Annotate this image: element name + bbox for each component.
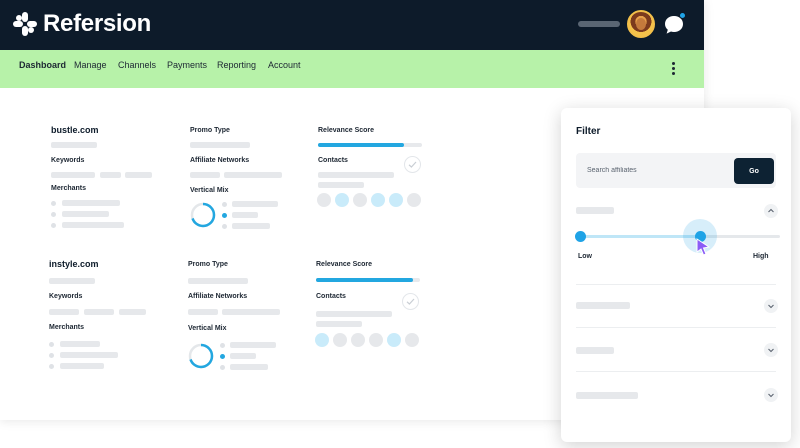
keywords-label: Keywords <box>51 157 85 164</box>
check-icon[interactable] <box>404 156 421 173</box>
more-vertical-icon[interactable] <box>668 62 678 76</box>
nav-item-manage[interactable]: Manage <box>74 60 107 70</box>
chevron-down-icon[interactable] <box>764 299 778 313</box>
filter-section-label <box>576 347 614 354</box>
promo-type-label: Promo Type <box>190 127 230 134</box>
slider-min-label: Low <box>578 253 592 260</box>
chevron-down-icon[interactable] <box>764 388 778 402</box>
cursor-icon <box>695 238 711 256</box>
relevance-score-bar <box>316 278 420 282</box>
filter-panel: Filter Go Low High <box>561 108 791 442</box>
contact-avatar[interactable] <box>371 193 385 207</box>
nav-item-channels[interactable]: Channels <box>118 60 156 70</box>
contact-avatar[interactable] <box>317 193 331 207</box>
filter-section-label <box>576 302 630 309</box>
contact-avatar[interactable] <box>333 333 347 347</box>
affiliate-networks-label: Affiliate Networks <box>188 293 248 300</box>
affiliate-domain[interactable]: bustle.com <box>51 125 99 135</box>
chevron-up-icon[interactable] <box>764 204 778 218</box>
vertical-mix-donut <box>188 343 214 369</box>
nav-item-account[interactable]: Account <box>268 60 301 70</box>
keywords-label: Keywords <box>49 293 83 300</box>
avatar[interactable] <box>627 10 655 38</box>
nav-item-dashboard[interactable]: Dashboard <box>19 60 66 70</box>
logo-mark-icon <box>12 11 38 37</box>
relevance-score-label: Relevance Score <box>316 261 373 268</box>
chevron-down-icon[interactable] <box>764 343 778 357</box>
nav-item-reporting[interactable]: Reporting <box>217 60 256 70</box>
contacts-label: Contacts <box>316 293 346 300</box>
notification-badge <box>679 12 686 19</box>
slider-min-handle[interactable] <box>575 231 586 242</box>
contact-avatar[interactable] <box>353 193 367 207</box>
contact-avatar[interactable] <box>351 333 365 347</box>
contact-avatar[interactable] <box>389 193 403 207</box>
filter-section-label <box>576 207 614 214</box>
check-icon[interactable] <box>402 293 419 310</box>
contact-avatar[interactable] <box>315 333 329 347</box>
merchants-label: Merchants <box>51 185 87 192</box>
promo-type-label: Promo Type <box>188 261 228 268</box>
contact-avatar[interactable] <box>405 333 419 347</box>
user-name-placeholder <box>578 21 620 27</box>
contact-avatar[interactable] <box>335 193 349 207</box>
affiliate-domain[interactable]: instyle.com <box>49 259 99 269</box>
logo[interactable]: Refersion <box>12 10 151 38</box>
contact-avatar[interactable] <box>369 333 383 347</box>
app-title: Refersion <box>43 10 151 37</box>
affiliate-networks-label: Affiliate Networks <box>190 157 250 164</box>
slider-max-label: High <box>753 253 769 260</box>
filter-title: Filter <box>576 126 601 137</box>
relevance-score-label: Relevance Score <box>318 127 375 134</box>
app-header: Refersion <box>0 0 704 50</box>
go-button[interactable]: Go <box>734 158 774 184</box>
vertical-mix-label: Vertical Mix <box>190 187 229 194</box>
main-nav: Dashboard Manage Channels Payments Repor… <box>0 50 704 88</box>
relevance-score-bar <box>318 143 422 147</box>
filter-section-label <box>576 392 638 399</box>
contacts-label: Contacts <box>318 157 348 164</box>
nav-item-payments[interactable]: Payments <box>167 60 207 70</box>
contact-avatar[interactable] <box>387 333 401 347</box>
merchants-label: Merchants <box>49 324 85 331</box>
vertical-mix-donut <box>190 202 216 228</box>
vertical-mix-label: Vertical Mix <box>188 325 227 332</box>
slider-fill <box>580 235 700 238</box>
contact-avatar[interactable] <box>407 193 421 207</box>
